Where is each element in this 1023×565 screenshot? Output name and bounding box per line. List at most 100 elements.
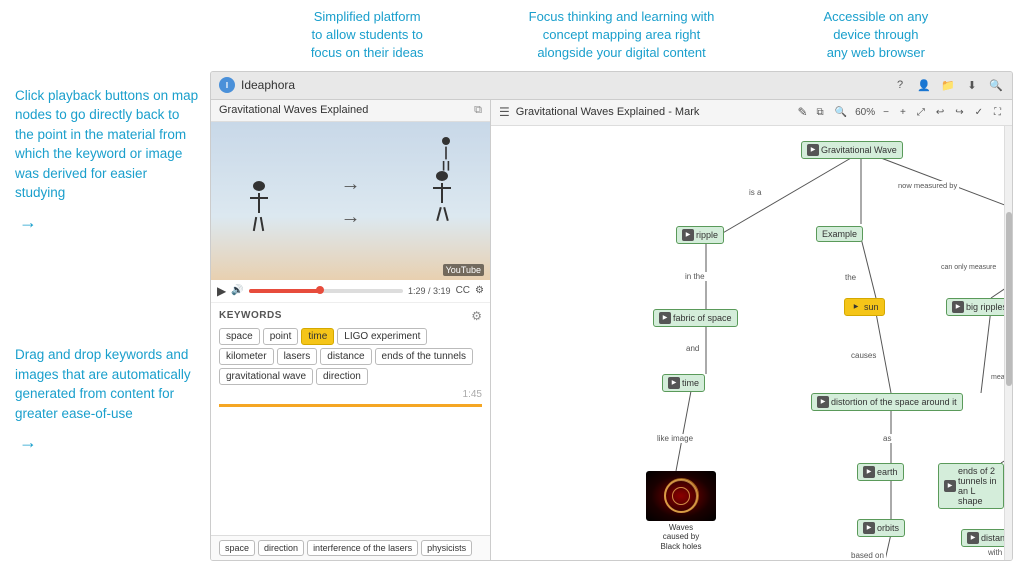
play-btn-distance[interactable]: [967, 532, 979, 544]
settings-button[interactable]: ⚙: [475, 285, 484, 296]
map-scrollbar[interactable]: [1004, 126, 1012, 560]
play-btn-tunnels[interactable]: [944, 480, 956, 492]
annotation-playback: Click playback buttons on map nodes to g…: [15, 86, 200, 235]
link-can-only: can only measure: [939, 264, 998, 271]
node-label-time: time: [682, 378, 699, 388]
node-distance[interactable]: distance: [961, 529, 1004, 547]
keyword-ligo[interactable]: LIGO experiment: [337, 328, 427, 345]
figure-2: [428, 171, 456, 221]
node-label-big-ripples: big ripples: [966, 302, 1004, 312]
link-measures-change: measures change in: [989, 374, 1004, 381]
keywords-settings-icon[interactable]: ⚙: [471, 309, 482, 323]
bottom-tag-direction[interactable]: direction: [258, 540, 304, 556]
node-label-sun: sun: [864, 302, 879, 312]
node-big-ripples[interactable]: big ripples: [946, 298, 1004, 316]
video-area[interactable]: → →: [211, 122, 490, 280]
download-icon[interactable]: ⬇: [964, 77, 980, 93]
keyword-point[interactable]: point: [263, 328, 299, 345]
play-pause-button[interactable]: ▶: [217, 284, 226, 298]
youtube-label: YouTube: [443, 264, 484, 276]
bottom-tag-physicists[interactable]: physicists: [421, 540, 472, 556]
node-tunnels[interactable]: ends of 2 tunnels in an L shape: [938, 463, 1004, 509]
play-btn-fabric[interactable]: [659, 312, 671, 324]
keyword-direction[interactable]: direction: [316, 368, 368, 385]
node-example[interactable]: Example: [816, 226, 863, 242]
node-sun[interactable]: sun: [844, 298, 885, 316]
map-copy-icon[interactable]: ⧉: [814, 106, 827, 119]
keyword-time[interactable]: time: [301, 328, 334, 345]
node-orbits[interactable]: orbits: [857, 519, 905, 537]
node-waves-blackholes[interactable]: Wavescaused byBlack holes: [646, 471, 716, 552]
node-fabric[interactable]: fabric of space: [653, 309, 738, 327]
person-icon[interactable]: 👤: [916, 77, 932, 93]
play-btn-sun[interactable]: [850, 301, 862, 313]
keyword-space[interactable]: space: [219, 328, 260, 345]
main-content: Click playback buttons on map nodes to g…: [0, 71, 1023, 561]
left-annotations: Click playback buttons on map nodes to g…: [10, 71, 210, 561]
progress-dot: [316, 286, 324, 294]
progress-bar[interactable]: [249, 289, 403, 293]
right-panel-inner: Gravitational Wave is a now measured by …: [491, 126, 1012, 560]
link-in-the: in the: [683, 272, 707, 281]
bottom-tag-space[interactable]: space: [219, 540, 255, 556]
node-distortion[interactable]: distortion of the space around it: [811, 393, 963, 411]
left-panel: Gravitational Waves Explained ⧉: [211, 100, 491, 560]
video-icon: ⧉: [474, 104, 482, 117]
check-btn[interactable]: ✓: [972, 106, 986, 119]
fit-btn[interactable]: ⤢: [914, 106, 928, 119]
keywords-header: KEYWORDS ⚙: [219, 309, 482, 323]
folder-icon[interactable]: 📁: [940, 77, 956, 93]
map-title-input[interactable]: [516, 106, 792, 118]
node-label-fabric: fabric of space: [673, 313, 732, 323]
app-logo-text: I: [226, 81, 228, 90]
keyword-tags: space point time LIGO experiment kilomet…: [219, 328, 482, 385]
titlebar-icons: ? 👤 📁 ⬇ 🔍: [892, 77, 1004, 93]
node-ripple[interactable]: ripple: [676, 226, 724, 244]
top-features-bar: Simplified platformto allow students tof…: [0, 0, 1023, 71]
captions-button[interactable]: CC: [456, 285, 470, 296]
figure-1: [245, 181, 273, 231]
keywords-section: KEYWORDS ⚙ space point time LIGO experim…: [211, 303, 490, 535]
node-earth[interactable]: earth: [857, 463, 904, 481]
bottom-tag-interference[interactable]: interference of the lasers: [307, 540, 418, 556]
play-btn-orbits[interactable]: [863, 522, 875, 534]
play-btn-big-ripples[interactable]: [952, 301, 964, 313]
node-label-tunnels: ends of 2 tunnels in an L shape: [958, 466, 998, 506]
feature-simplified-text: Simplified platformto allow students tof…: [311, 9, 424, 60]
app-body: Gravitational Waves Explained ⧉: [211, 100, 1012, 560]
keyword-tunnels[interactable]: ends of the tunnels: [375, 348, 474, 365]
duration-label: 1:45: [219, 389, 482, 400]
figure-1-head: [253, 181, 265, 191]
time-display: 1:29 / 3:19: [408, 286, 451, 296]
video-title-bar: Gravitational Waves Explained ⧉: [211, 100, 490, 122]
zoom-in-btn[interactable]: +: [897, 106, 909, 119]
edit-icon[interactable]: ✎: [797, 105, 807, 119]
map-scrollbar-thumb[interactable]: [1006, 212, 1012, 386]
annotation-playback-text: Click playback buttons on map nodes to g…: [15, 88, 198, 201]
hamburger-icon[interactable]: ☰: [499, 105, 510, 119]
play-btn-time[interactable]: [668, 377, 680, 389]
video-controls[interactable]: ▶ 🔊 1:29 / 3:19 CC ⚙: [211, 280, 490, 303]
node-label-gravitational: Gravitational Wave: [821, 145, 897, 155]
undo-btn[interactable]: ↩: [933, 106, 947, 119]
keyword-gravitational[interactable]: gravitational wave: [219, 368, 313, 385]
map-search-icon[interactable]: 🔍: [832, 106, 850, 119]
keyword-kilometer[interactable]: kilometer: [219, 348, 274, 365]
node-label-example: Example: [822, 229, 857, 239]
redo-btn[interactable]: ↪: [952, 106, 966, 119]
question-icon[interactable]: ?: [892, 77, 908, 93]
zoom-out-btn[interactable]: −: [880, 106, 892, 119]
play-btn-earth[interactable]: [863, 466, 875, 478]
fullscreen-btn[interactable]: ⛶: [991, 106, 1004, 119]
search-icon[interactable]: 🔍: [988, 77, 1004, 93]
sound-button[interactable]: 🔊: [231, 285, 243, 296]
concept-map[interactable]: Gravitational Wave is a now measured by …: [491, 126, 1004, 560]
play-btn-distortion[interactable]: [817, 396, 829, 408]
node-time[interactable]: time: [662, 374, 705, 392]
play-btn-ripple[interactable]: [682, 229, 694, 241]
node-gravitational-wave[interactable]: Gravitational Wave: [801, 141, 903, 159]
keyword-distance[interactable]: distance: [320, 348, 371, 365]
play-btn-gravitational[interactable]: [807, 144, 819, 156]
arrow-2: [15, 429, 200, 455]
keyword-lasers[interactable]: lasers: [277, 348, 318, 365]
